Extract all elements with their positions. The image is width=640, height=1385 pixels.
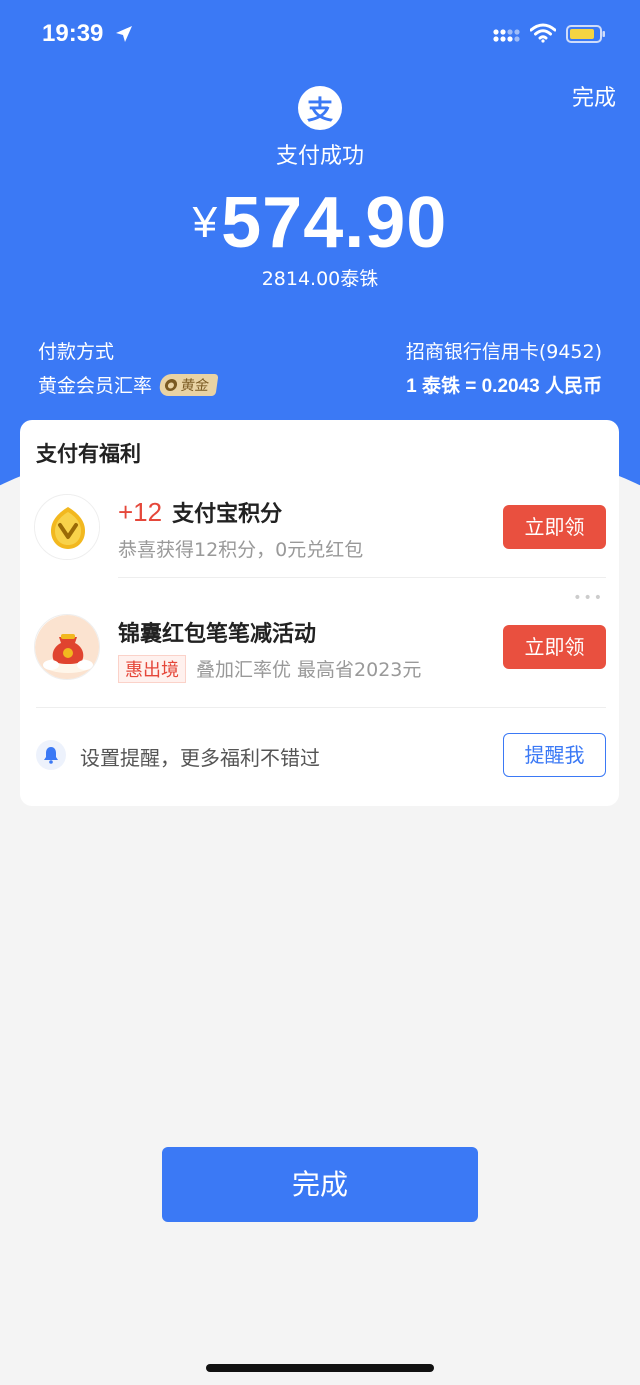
reminder-text: 设置提醒，更多福利不错过: [80, 746, 320, 770]
claim-points-button[interactable]: 立即领: [503, 505, 606, 549]
outbound-tag: 惠出境: [118, 655, 186, 683]
currency-symbol: ¥: [192, 198, 218, 247]
status-time: 19:39: [42, 20, 104, 47]
reminder-divider: [36, 707, 606, 708]
local-currency-amount: 2814.00泰铢: [261, 268, 379, 290]
exchange-rate-label: 黄金会员汇率: [38, 374, 153, 397]
payment-method-value: 招商银行信用卡(9452): [405, 340, 602, 363]
benefits-card: 支付有福利 +12 支付宝积分 恭喜获得12积分，0元兑红包 立即领 ••• 锦…: [20, 420, 619, 806]
gold-badge-label: 黄金: [179, 377, 210, 394]
payment-method-row: 付款方式 招商银行信用卡(9452): [38, 336, 602, 364]
benefit-item-points: +12 支付宝积分 恭喜获得12积分，0元兑红包 立即领: [20, 480, 619, 580]
exchange-rate-row: 黄金会员汇率 黄金 1 泰铢 = 0.2043 人民币: [38, 370, 602, 398]
points-coin-icon: [34, 494, 100, 560]
benefit-divider: [118, 577, 606, 578]
status-bar: 19:39: [0, 0, 640, 70]
red-packet-bag-icon: [34, 614, 100, 680]
exchange-rate-value: 1 泰铢 = 0.2043 人民币: [406, 375, 602, 397]
benefits-title: 支付有福利: [36, 442, 141, 466]
cellular-signal-icon: [493, 29, 520, 42]
gold-member-badge: 黄金: [158, 373, 219, 396]
lion-badge-icon: [164, 378, 178, 391]
red-packet-title: 锦囊红包笔笔减活动: [118, 622, 317, 647]
battery-icon: [566, 25, 605, 43]
points-title: +12 支付宝积分: [118, 496, 282, 528]
claim-red-packet-button[interactable]: 立即领: [503, 625, 606, 669]
points-amount: +12: [118, 497, 163, 527]
alipay-logo-icon: 支: [298, 86, 342, 130]
payment-method-label: 付款方式: [38, 340, 115, 363]
done-button[interactable]: 完成: [162, 1147, 478, 1222]
remind-me-button[interactable]: 提醒我: [503, 733, 606, 777]
home-indicator[interactable]: [206, 1364, 434, 1372]
exchange-rate-label-group: 黄金会员汇率 黄金: [38, 371, 219, 398]
wifi-icon: [530, 23, 556, 43]
points-title-text: 支付宝积分: [172, 502, 283, 527]
header-done-link[interactable]: 完成: [572, 80, 616, 112]
amount-row: ¥574.90: [0, 182, 640, 264]
location-arrow-icon: [116, 26, 132, 42]
points-description: 恭喜获得12积分，0元兑红包: [118, 539, 364, 561]
payment-success-title: 支付成功: [275, 144, 364, 169]
benefit-item-red-packet: 锦囊红包笔笔减活动 惠出境 叠加汇率优 最高省2023元 立即领: [20, 600, 619, 700]
payment-success-page: 19:39 完成 支 支付成功 ¥574.90 2814.00泰铢 付款方式 招…: [0, 0, 640, 1385]
bell-icon: [36, 740, 66, 770]
red-packet-description: 叠加汇率优 最高省2023元: [196, 659, 422, 681]
red-packet-description-row: 惠出境 叠加汇率优 最高省2023元: [118, 655, 421, 683]
payment-amount: 574.90: [221, 183, 448, 263]
